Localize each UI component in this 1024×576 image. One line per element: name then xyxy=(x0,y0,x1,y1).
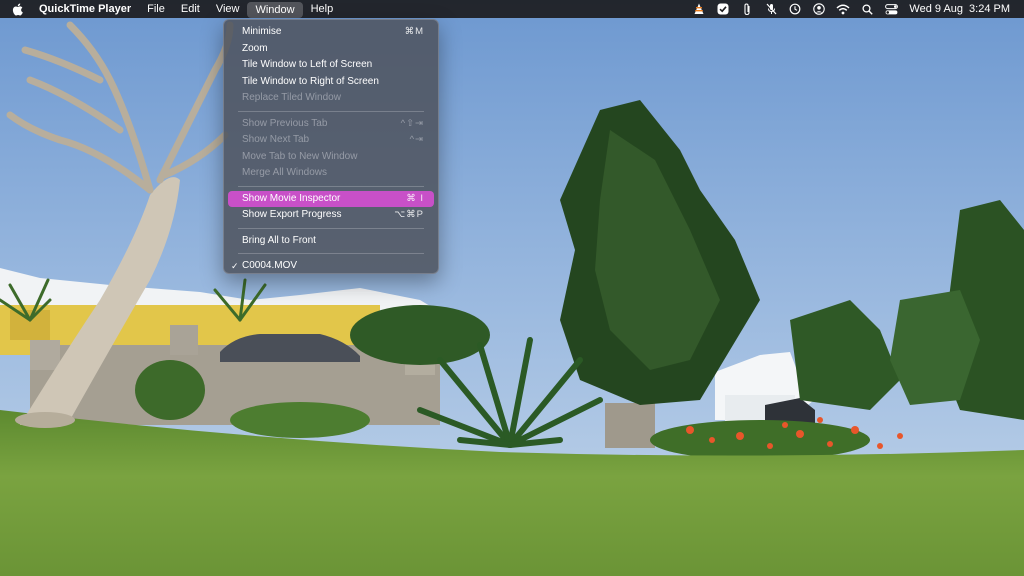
app-menu-quicktime[interactable]: QuickTime Player xyxy=(31,0,139,18)
movie-frame-background xyxy=(0,0,1024,576)
paperclip-icon[interactable] xyxy=(735,0,759,18)
menu-view[interactable]: View xyxy=(208,0,248,18)
menu-item-label: Merge All Windows xyxy=(242,167,328,178)
menu-item-label: Show Next Tab xyxy=(242,134,310,145)
shortcut-export-progress: ⌥⌘P xyxy=(394,209,424,220)
microphone-muted-icon[interactable] xyxy=(759,0,783,18)
menu-item-tile-right[interactable]: Tile Window to Right of Screen xyxy=(228,74,434,91)
menu-file[interactable]: File xyxy=(139,0,173,18)
shortcut-movie-inspector: ⌘ I xyxy=(406,192,424,204)
menu-bar: QuickTime Player File Edit View Window H… xyxy=(0,0,1024,18)
menu-item-show-previous-tab[interactable]: Show Previous Tab ^⇧⇥ xyxy=(228,116,434,133)
menu-item-move-tab[interactable]: Move Tab to New Window xyxy=(228,149,434,166)
menu-item-label: Replace Tiled Window xyxy=(242,92,341,103)
menu-item-label: Show Movie Inspector xyxy=(242,192,341,204)
menu-item-label: Bring All to Front xyxy=(242,234,316,246)
shortcut-previous-tab: ^⇧⇥ xyxy=(400,117,424,129)
menu-edit[interactable]: Edit xyxy=(173,0,208,18)
control-center-icon[interactable] xyxy=(879,0,903,18)
menu-item-show-movie-inspector[interactable]: Show Movie Inspector ⌘ I xyxy=(228,190,434,207)
user-circle-icon[interactable] xyxy=(807,0,831,18)
menu-item-label: Show Export Progress xyxy=(242,209,342,220)
menu-item-label: Move Tab to New Window xyxy=(242,150,358,162)
vlc-cone-icon[interactable] xyxy=(687,0,711,18)
menu-item-label: Tile Window to Right of Screen xyxy=(242,75,379,87)
menu-separator xyxy=(238,110,424,112)
menu-window[interactable]: Window xyxy=(247,1,303,18)
apple-logo-icon[interactable] xyxy=(0,3,31,16)
menu-item-show-next-tab[interactable]: Show Next Tab ^⇥ xyxy=(228,132,434,149)
menu-item-label: Minimise xyxy=(242,26,282,37)
menu-bar-clock[interactable]: Wed 9 Aug 3:24 PM xyxy=(909,3,1010,15)
menu-item-merge-windows[interactable]: Merge All Windows xyxy=(228,165,434,182)
menu-item-replace-tiled[interactable]: Replace Tiled Window xyxy=(228,90,434,107)
clock-history-icon[interactable] xyxy=(783,0,807,18)
menu-item-tile-left[interactable]: Tile Window to Left of Screen xyxy=(228,57,434,74)
shortcut-minimise: ⌘M xyxy=(404,26,424,37)
menu-item-label: Zoom xyxy=(242,42,268,54)
menu-item-minimise[interactable]: Minimise ⌘M xyxy=(228,24,434,41)
menu-item-window-c0004[interactable]: ✓ C0004.MOV xyxy=(228,258,434,275)
checkmark-icon: ✓ xyxy=(231,261,239,271)
menu-help[interactable]: Help xyxy=(303,0,342,18)
menu-separator xyxy=(238,227,424,229)
search-icon[interactable] xyxy=(855,0,879,18)
wifi-icon[interactable] xyxy=(831,0,855,18)
window-menu-dropdown: Minimise ⌘M Zoom Tile Window to Left of … xyxy=(223,19,439,274)
menu-separator xyxy=(238,185,424,187)
menu-item-label: Tile Window to Left of Screen xyxy=(242,59,373,70)
shortcut-next-tab: ^⇥ xyxy=(409,134,424,145)
menu-item-label: C0004.MOV xyxy=(242,260,298,271)
menu-item-label: Show Previous Tab xyxy=(242,117,328,129)
clock-date: Wed 9 Aug xyxy=(909,3,964,15)
menu-item-bring-all-to-front[interactable]: Bring All to Front xyxy=(228,233,434,250)
menu-item-zoom[interactable]: Zoom xyxy=(228,41,434,58)
menu-separator xyxy=(238,253,424,254)
menu-item-show-export-progress[interactable]: Show Export Progress ⌥⌘P xyxy=(228,207,434,224)
checkmark-circle-icon[interactable] xyxy=(711,0,735,18)
clock-time: 3:24 PM xyxy=(969,3,1010,15)
